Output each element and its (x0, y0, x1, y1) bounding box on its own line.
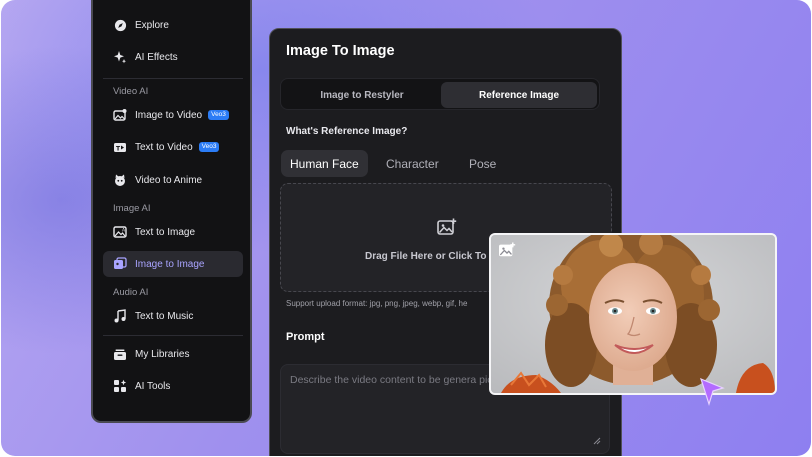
sidebar-item-image-to-video[interactable]: Image to Video Veo3 (103, 102, 243, 128)
sidebar-item-label: Image to Video (135, 109, 203, 121)
tab-image-to-restyler[interactable]: Image to Restyler (284, 82, 440, 108)
sidebar-item-image-to-image[interactable]: Image to Image (103, 251, 243, 277)
sidebar-item-text-to-music[interactable]: Text to Music (103, 303, 243, 329)
sidebar-item-label: Image to Image (135, 258, 205, 270)
sidebar-item-label: AI Effects (135, 51, 178, 63)
tab-reference-image[interactable]: Reference Image (441, 82, 597, 108)
image-video-icon (113, 108, 127, 122)
svg-text:AI: AI (122, 228, 126, 234)
sparkle-icon (113, 50, 127, 64)
reference-photo (489, 233, 777, 395)
pointer-cursor-icon (700, 377, 726, 411)
anime-icon (113, 173, 127, 187)
resize-handle-icon[interactable] (593, 432, 601, 450)
text-image-icon: AI (113, 225, 127, 239)
sidebar-item-label: Text to Image (135, 226, 196, 238)
section-label-image: Image AI (113, 203, 151, 214)
portrait-image (491, 235, 775, 393)
divider (103, 78, 243, 79)
image-add-icon[interactable] (498, 242, 516, 263)
background: Explore AI Effects Video AI Image to Vid… (1, 0, 811, 456)
section-label-video: Video AI (113, 86, 149, 97)
mode-switch: Image to Restyler Reference Image (280, 78, 600, 110)
sidebar: Explore AI Effects Video AI Image to Vid… (91, 0, 252, 423)
tab-human-face[interactable]: Human Face (281, 150, 368, 177)
tab-pose[interactable]: Pose (460, 150, 505, 177)
sidebar-item-text-to-image[interactable]: AI Text to Image (103, 219, 243, 245)
sidebar-item-ai-tools[interactable]: AI Tools (103, 373, 243, 399)
reference-question: What's Reference Image? (286, 126, 408, 137)
sidebar-item-label: Explore (135, 19, 169, 31)
sidebar-item-label: Text to Music (135, 310, 194, 322)
text-video-icon: T (113, 140, 127, 154)
page-title: Image To Image (286, 43, 395, 59)
sidebar-item-ai-effects[interactable]: AI Effects (103, 44, 243, 70)
library-icon (113, 347, 127, 361)
sidebar-item-my-libraries[interactable]: My Libraries (103, 341, 243, 367)
sidebar-item-label: AI Tools (135, 380, 171, 392)
sidebar-item-text-to-video[interactable]: T Text to Video Veo3 (103, 134, 243, 160)
veo3-badge: Veo3 (198, 142, 220, 152)
veo3-badge: Veo3 (208, 110, 229, 120)
support-formats: Support upload format: jpg, png, jpeg, w… (286, 299, 468, 308)
upload-instruction: Drag File Here or Click To (365, 251, 487, 262)
section-label-audio: Audio AI (113, 287, 149, 298)
image-image-icon (113, 257, 127, 271)
image-add-icon (437, 218, 457, 241)
sidebar-item-label: Video to Anime (135, 174, 203, 186)
sidebar-item-explore[interactable]: Explore (103, 12, 243, 38)
sidebar-item-video-to-anime[interactable]: Video to Anime (103, 167, 243, 193)
explore-icon (113, 18, 127, 32)
music-icon (113, 309, 127, 323)
divider (103, 335, 243, 336)
tab-character[interactable]: Character (377, 150, 448, 177)
sidebar-item-label: My Libraries (135, 348, 190, 360)
tools-icon (113, 379, 127, 393)
sidebar-item-label: Text to Video (135, 141, 193, 153)
prompt-label: Prompt (286, 331, 325, 343)
